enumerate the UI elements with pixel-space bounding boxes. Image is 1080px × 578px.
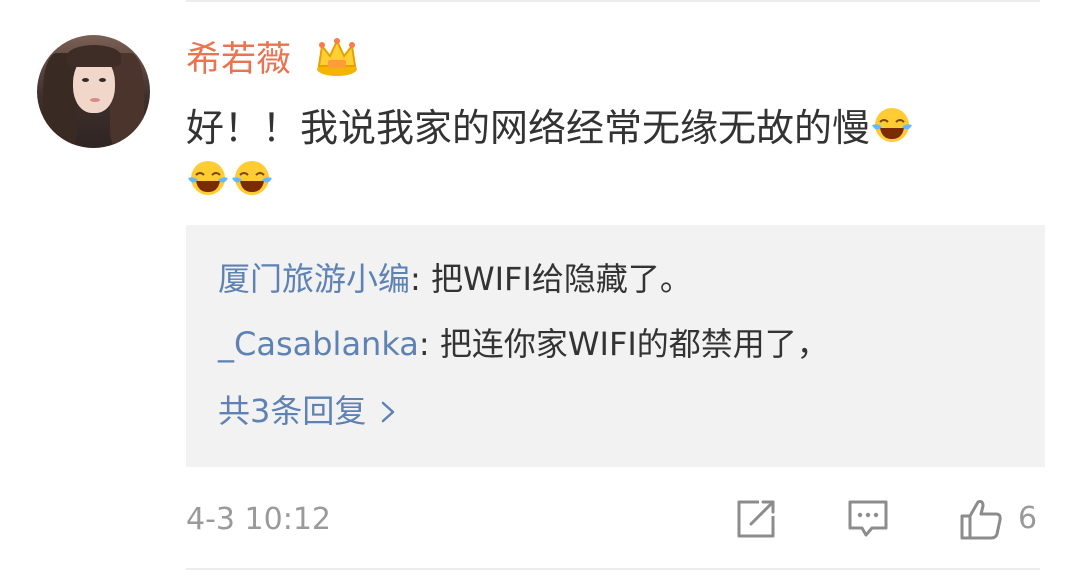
like-count: 6 <box>1018 501 1038 536</box>
username[interactable]: 希若薇 <box>186 38 291 83</box>
laugh-cry-emoji-icon <box>872 108 913 142</box>
share-icon[interactable] <box>733 496 779 542</box>
more-replies-link[interactable]: 共3条回复 <box>218 390 396 432</box>
reply-text: : 把WIFI给隐藏了。 <box>410 260 692 298</box>
timestamp: 4-3 10:12 <box>186 502 331 537</box>
avatar[interactable] <box>37 35 150 148</box>
laugh-cry-emoji-icon <box>232 161 272 195</box>
bottom-divider <box>186 568 1040 570</box>
chevron-right-icon <box>382 401 395 423</box>
like-icon[interactable] <box>958 496 1004 542</box>
reply-text: : 把连你家WIFI的都禁用了， <box>418 325 829 363</box>
reply-author[interactable]: _Casablanka <box>218 325 419 363</box>
comment-text: 好！！我说我家的网络经常无缘无故的慢 <box>186 102 1046 208</box>
crown-icon <box>317 38 357 76</box>
comment-icon[interactable] <box>845 496 891 542</box>
laugh-cry-emoji-icon <box>188 161 228 195</box>
like-button[interactable]: 6 <box>958 496 1037 542</box>
reply-item[interactable]: _Casablanka: 把连你家WIFI的都禁用了， <box>218 323 829 365</box>
reply-item[interactable]: 厦门旅游小编: 把WIFI给隐藏了。 <box>218 258 692 300</box>
top-divider <box>186 0 1040 2</box>
more-replies-label[interactable]: 共3条回复 <box>218 392 366 430</box>
comment-body: 好！！我说我家的网络经常无缘无故的慢 <box>186 106 871 150</box>
reply-author[interactable]: 厦门旅游小编 <box>218 260 410 298</box>
